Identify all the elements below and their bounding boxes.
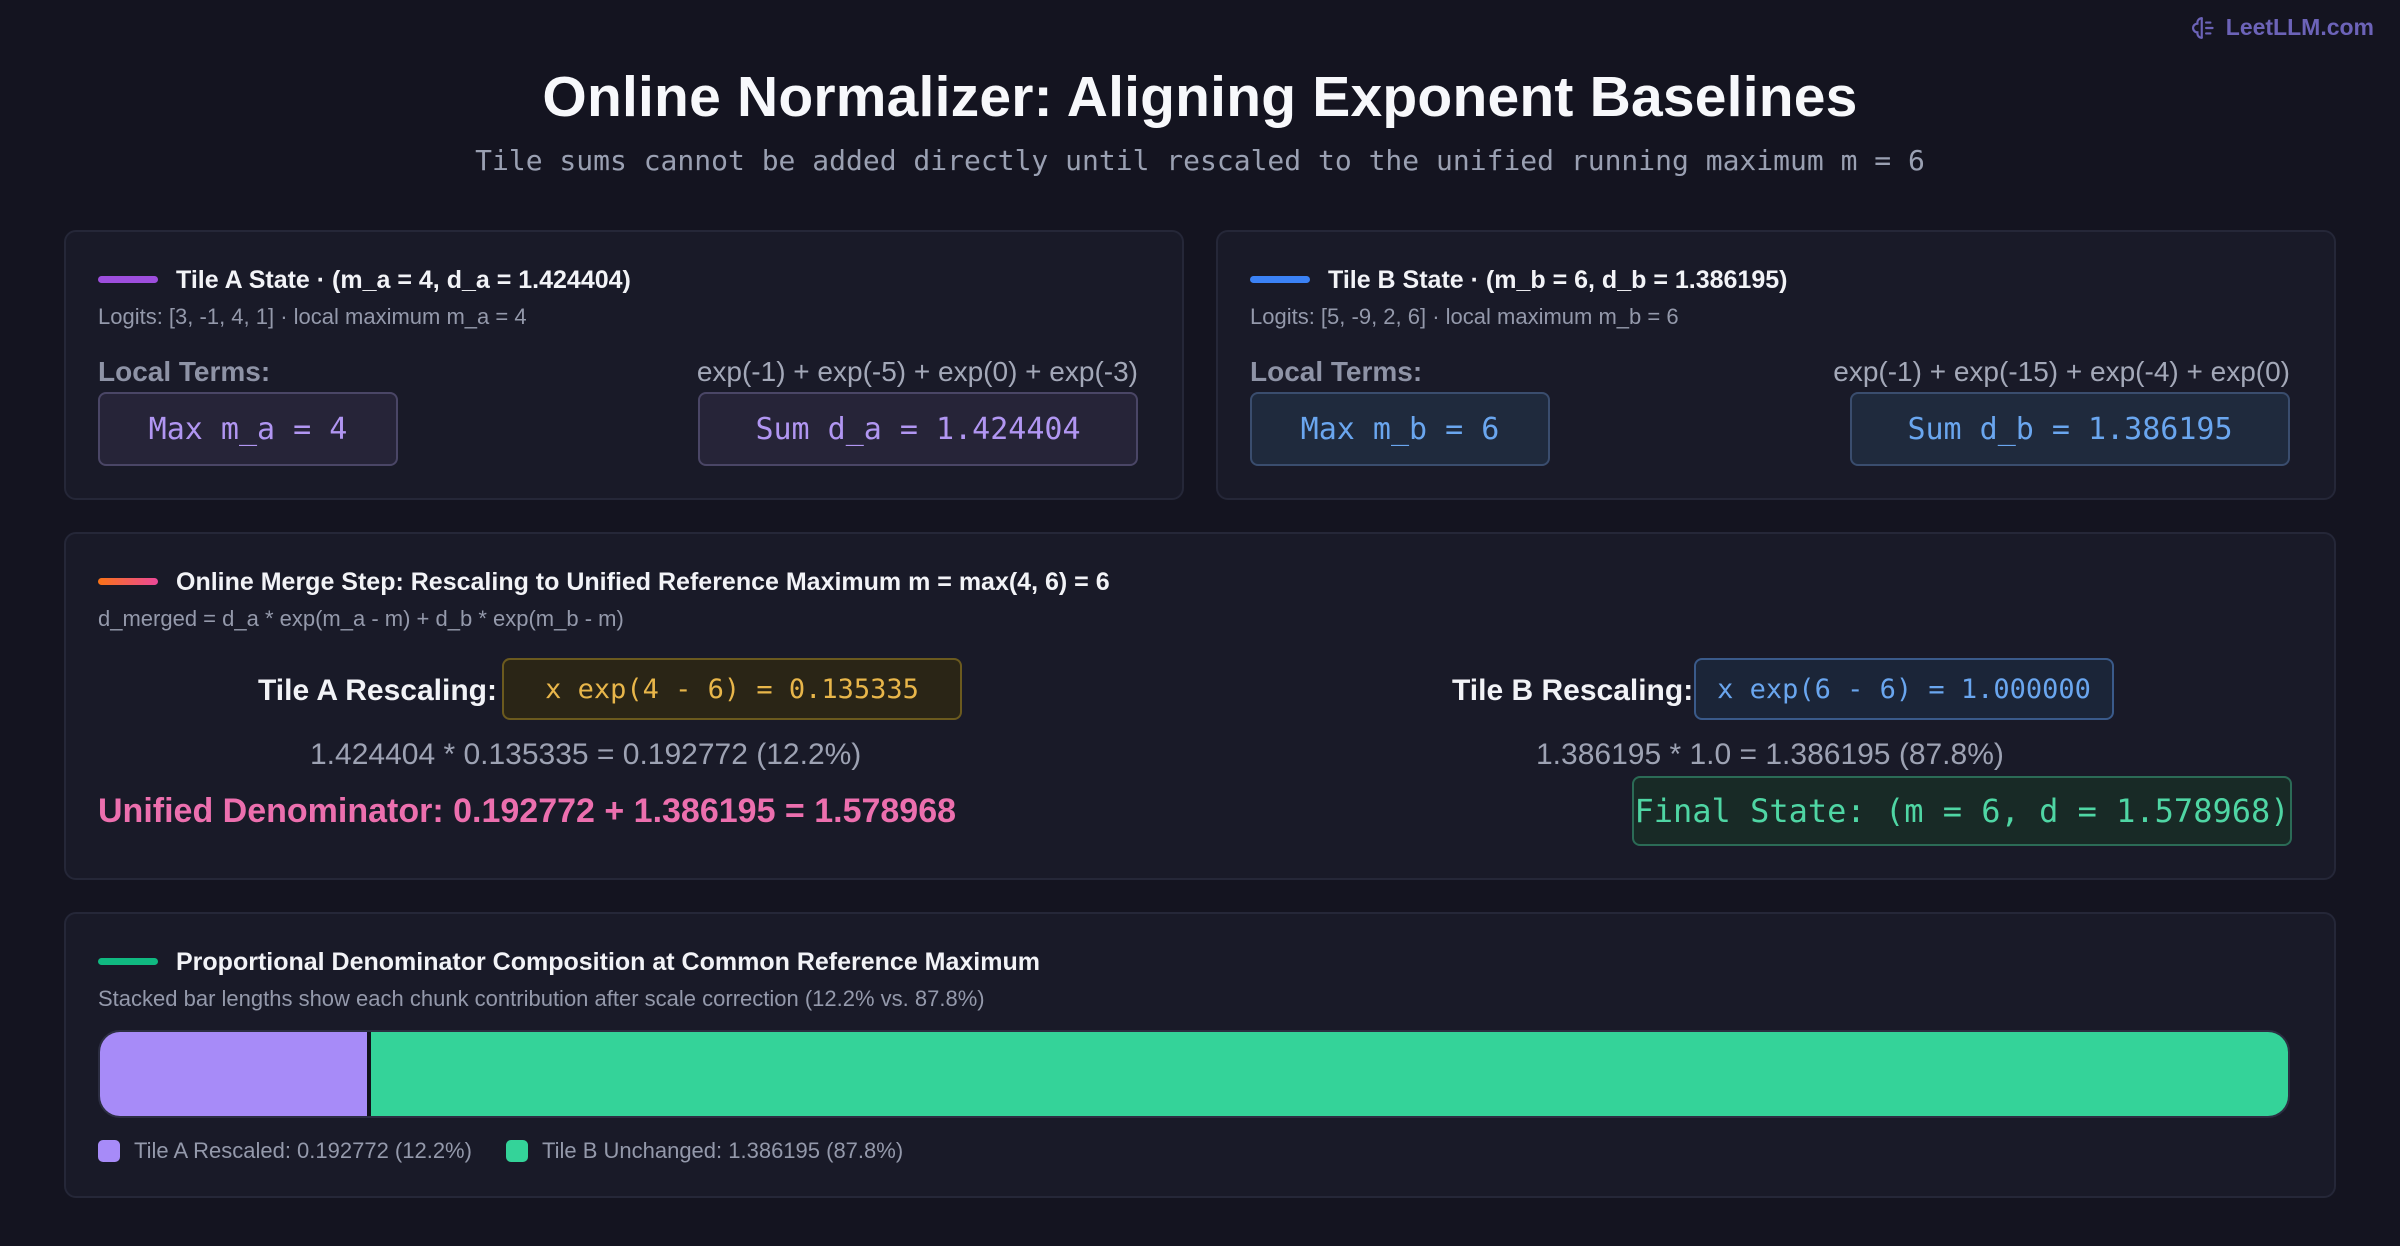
tile-a-accent-bar xyxy=(98,276,158,283)
tile-b-panel: Tile B State · (m_b = 6, d_b = 1.386195)… xyxy=(1216,230,2336,500)
tile-a-max-box: Max m_a = 4 xyxy=(98,392,398,466)
tile-a-title: Tile A State · (m_a = 4, d_a = 1.424404) xyxy=(176,266,631,294)
tile-b-rescale-factor: x exp(6 - 6) = 1.000000 xyxy=(1694,658,2114,720)
tile-b-unchanged-segment xyxy=(367,1032,2288,1116)
legend-swatch-tile-b xyxy=(505,1140,528,1162)
tile-a-expression: exp(-1) + exp(-5) + exp(0) + exp(-3) xyxy=(696,356,1138,387)
composition-legend: Tile A Rescaled: 0.192772 (12.2%) Tile B… xyxy=(98,1138,937,1164)
tile-a-rescaled-calc: 1.424404 * 0.135335 = 0.192772 (12.2%) xyxy=(310,738,862,771)
composition-subtitle: Stacked bar lengths show each chunk cont… xyxy=(98,986,985,1011)
composition-accent-bar xyxy=(98,958,158,965)
legend-label-tile-b: Tile B Unchanged: 1.386195 (87.8%) xyxy=(541,1138,904,1163)
merge-title: Online Merge Step: Rescaling to Unified … xyxy=(176,568,1110,596)
unified-denominator: Unified Denominator: 0.192772 + 1.386195… xyxy=(98,792,957,830)
brand-logo[interactable]: LeetLLM.com xyxy=(2191,14,2374,41)
tile-a-logits: Logits: [3, -1, 4, 1] · local maximum m_… xyxy=(98,304,527,329)
tile-a-sum-box: Sum d_a = 1.424404 xyxy=(698,392,1138,466)
brand-text: LeetLLM.com xyxy=(2225,14,2374,40)
legend-label-tile-a: Tile A Rescaled: 0.192772 (12.2%) xyxy=(134,1138,472,1163)
brain-icon xyxy=(2191,16,2214,39)
legend-swatch-tile-a xyxy=(98,1140,120,1162)
tile-b-rescaling-label: Tile B Rescaling: xyxy=(1452,674,1694,707)
composition-title: Proportional Denominator Composition at … xyxy=(176,948,1040,976)
tile-b-logits: Logits: [5, -9, 2, 6] · local maximum m_… xyxy=(1250,304,1679,329)
legend-item-tile-b: Tile B Unchanged: 1.386195 (87.8%) xyxy=(505,1138,904,1164)
final-state-box: Final State: (m = 6, d = 1.578968) xyxy=(1632,776,2292,846)
tile-b-accent-bar xyxy=(1250,276,1310,283)
page-title: Online Normalizer: Aligning Exponent Bas… xyxy=(542,65,1858,129)
composition-panel: Proportional Denominator Composition at … xyxy=(64,912,2336,1198)
tile-b-title: Tile B State · (m_b = 6, d_b = 1.386195) xyxy=(1328,266,1788,294)
tile-a-rescaled-segment xyxy=(100,1032,368,1116)
tile-a-rescaling-label: Tile A Rescaling: xyxy=(258,674,497,707)
legend-item-tile-a: Tile A Rescaled: 0.192772 (12.2%) xyxy=(98,1138,472,1164)
tile-b-local-terms-label: Local Terms: xyxy=(1250,356,1423,387)
page-subtitle: Tile sums cannot be added directly until… xyxy=(475,144,1925,177)
tile-b-expression: exp(-1) + exp(-15) + exp(-4) + exp(0) xyxy=(1833,356,2290,387)
tile-a-local-terms-label: Local Terms: xyxy=(98,356,271,387)
tile-b-sum-box: Sum d_b = 1.386195 xyxy=(1850,392,2290,466)
stacked-bar xyxy=(98,1030,2290,1118)
merge-accent-bar xyxy=(98,578,158,585)
tile-a-panel: Tile A State · (m_a = 4, d_a = 1.424404)… xyxy=(64,230,1184,500)
tile-b-max-box: Max m_b = 6 xyxy=(1250,392,1550,466)
tile-a-rescale-factor: x exp(4 - 6) = 0.135335 xyxy=(502,658,962,720)
tile-b-rescaled-calc: 1.386195 * 1.0 = 1.386195 (87.8%) xyxy=(1536,738,2004,771)
merge-panel: Online Merge Step: Rescaling to Unified … xyxy=(64,532,2336,880)
merge-formula: d_merged = d_a * exp(m_a - m) + d_b * ex… xyxy=(98,606,624,631)
